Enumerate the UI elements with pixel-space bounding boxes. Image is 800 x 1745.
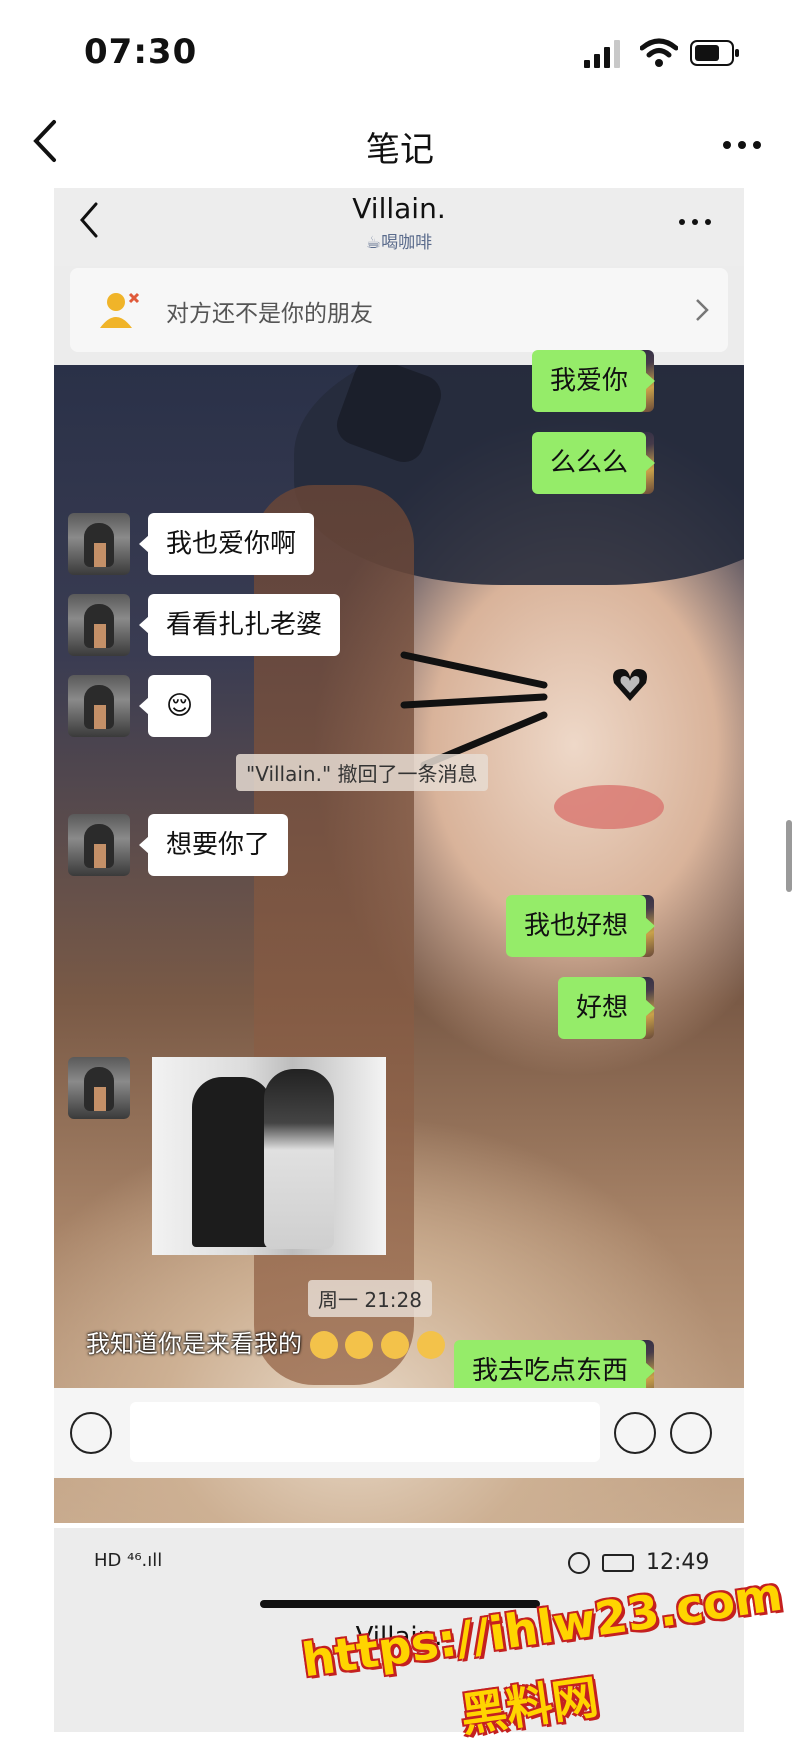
image-figure-woman [264,1069,334,1249]
recall-notice: "Villain." 撤回了一条消息 [236,754,488,791]
preview-status-icons: HD ⁴⁶.ıll [94,1550,163,1571]
message-bubble[interactable]: 我爱你 [531,350,656,412]
scroll-indicator[interactable] [786,820,792,892]
page-title: 笔记 [366,130,434,170]
more-options-icon[interactable] [722,140,762,150]
chat-screenshot: Villain. ☕喝咖啡 对方还不是你的朋友 我爱你 么么么 我也爱你啊 看看… [54,188,744,1523]
more-functions-icon[interactable] [670,1412,712,1454]
notice-text: 对方还不是你的朋友 [166,301,373,327]
preview-time: 12:49 [646,1550,710,1575]
message-bubble[interactable]: 我也好想 [505,895,656,957]
alarm-icon [568,1552,590,1574]
cellular-signal-icon [584,40,620,68]
message-bubble[interactable]: 看看扎扎老婆 [138,594,341,656]
emoji-icon [345,1331,374,1359]
note-header: 笔记 [0,100,800,182]
voice-input-icon[interactable] [70,1412,112,1454]
contact-avatar[interactable] [68,513,130,575]
emoji-icon [309,1331,338,1359]
message-input[interactable] [130,1402,600,1462]
heart-sticker-icon [613,669,647,701]
message-bubble[interactable]: 想要你了 [138,814,289,876]
photo-lips [554,785,664,829]
chat-more-icon[interactable] [678,218,712,226]
contact-name: Villain. [352,192,446,225]
emoji-icon [380,1331,409,1359]
contact-avatar[interactable] [68,675,130,737]
add-friend-icon [100,292,140,328]
chevron-right-icon [696,299,709,321]
preview-battery-icon [602,1554,634,1572]
input-bar [54,1388,744,1478]
message-bubble[interactable]: 好想 [557,977,656,1039]
image-figure-man [192,1077,272,1247]
contact-avatar[interactable] [68,594,130,656]
wifi-icon [640,38,678,67]
contact-status: ☕喝咖啡 [365,233,433,253]
image-message[interactable] [152,1057,386,1255]
timestamp: 周一 21:28 [308,1280,432,1317]
contact-avatar[interactable] [68,814,130,876]
message-bubble[interactable]: 我也爱你啊 [138,513,315,575]
overlay-caption: 我知道你是来看我的 [86,1324,445,1359]
status-bar: 07:30 [0,0,800,100]
message-bubble[interactable]: 😌 [138,675,212,737]
chat-header: Villain. ☕喝咖啡 [54,188,744,266]
not-friend-notice[interactable]: 对方还不是你的朋友 [70,268,728,352]
status-time: 07:30 [84,32,198,72]
battery-icon [690,40,739,66]
overlay-caption-text: 我知道你是来看我的 [86,1330,302,1358]
message-bubble[interactable]: 么么么 [531,432,656,494]
emoji-button-icon[interactable] [614,1412,656,1454]
contact-avatar[interactable] [68,1057,130,1119]
emoji-icon [416,1331,445,1359]
